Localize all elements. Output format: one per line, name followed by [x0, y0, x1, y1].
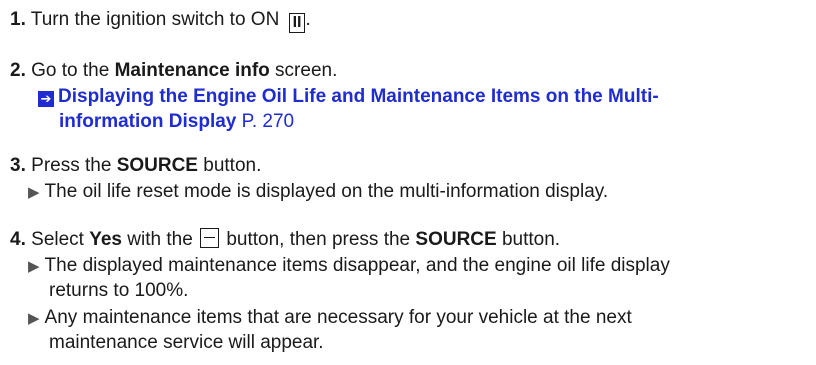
step-4-result-1: ▶ The displayed maintenance items disappe… [28, 255, 670, 301]
button-name: SOURCE [116, 155, 198, 176]
step-4: 4. Select Yes with the button, then pres… [10, 228, 561, 250]
step-1: 1. Turn the ignition switch to ON II. [10, 9, 311, 33]
step-number: 3. [10, 155, 26, 176]
cross-reference-link[interactable]: ➔ Displaying the Engine Oil Life and Main… [38, 84, 659, 134]
step-3: 3. Press the SOURCE button. [10, 155, 262, 176]
step-text: Turn the ignition switch to ON [30, 9, 280, 30]
step-text: Press the [31, 155, 117, 176]
result-triangle-icon: ▶ [28, 258, 40, 275]
minus-button-icon [200, 228, 220, 248]
step-number: 4. [10, 229, 26, 250]
step-text: Select [31, 229, 90, 250]
link-text-line1[interactable]: Displaying the Engine Oil Life and Maint… [58, 86, 659, 107]
link-page-ref[interactable]: P. 270 [236, 111, 295, 132]
option-name: Yes [89, 229, 122, 250]
result-triangle-icon: ▶ [28, 184, 40, 201]
step-2: 2. Go to the Maintenance info screen. [10, 60, 338, 81]
step-3-result: ▶ The oil life reset mode is displayed on… [28, 181, 609, 202]
link-text-line2[interactable]: information Display [38, 111, 236, 132]
link-arrow-icon: ➔ [38, 91, 54, 107]
step-number: 1. [10, 9, 26, 30]
ignition-key-symbol: II [288, 13, 306, 33]
step-4-result-2: ▶ Any maintenance items that are necessar… [28, 307, 632, 353]
button-name: SOURCE [415, 229, 497, 250]
result-triangle-icon: ▶ [28, 310, 40, 327]
screen-name: Maintenance info [114, 60, 270, 81]
step-text: Go to the [31, 60, 115, 81]
step-number: 2. [10, 60, 26, 81]
